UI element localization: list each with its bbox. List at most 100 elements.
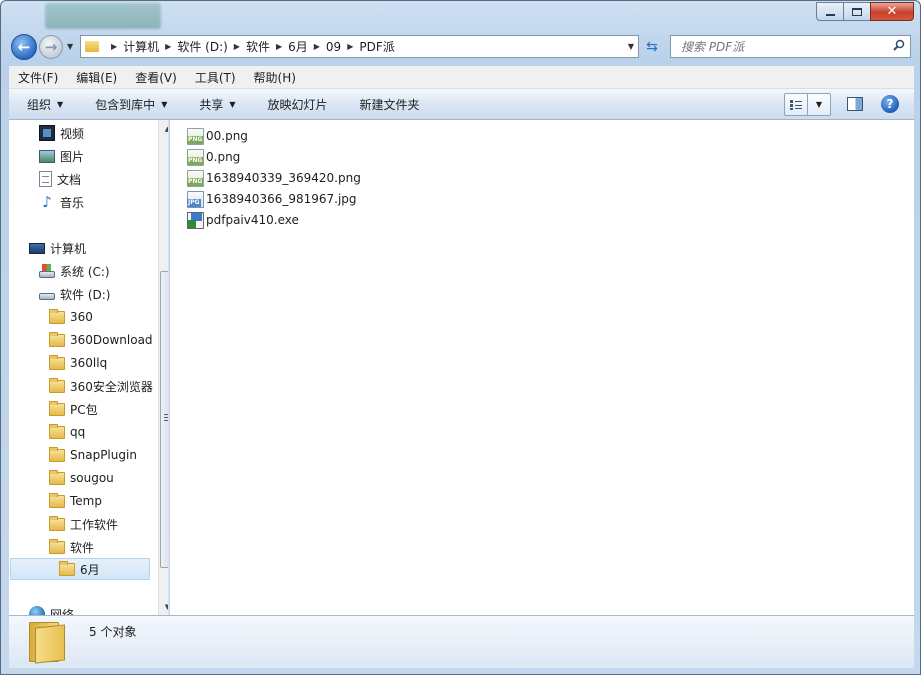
png-file-icon bbox=[187, 169, 204, 187]
command-bar: 组织 ▼ 包含到库中 ▼ 共享 ▼ 放映幻灯片 新建文件夹 ▼ ? bbox=[9, 89, 914, 120]
nav-item-music[interactable]: ♪ 音乐 bbox=[39, 191, 84, 213]
search-input[interactable] bbox=[681, 39, 881, 54]
file-item[interactable]: 1638940339_369420.png bbox=[187, 168, 361, 188]
breadcrumb-computer[interactable]: 计算机 bbox=[123, 38, 159, 55]
menu-tools[interactable]: 工具(T) bbox=[186, 69, 245, 86]
scrollbar-thumb[interactable] bbox=[160, 271, 168, 568]
file-item[interactable]: 0.png bbox=[187, 147, 240, 167]
preview-pane-icon[interactable] bbox=[847, 97, 863, 111]
nav-item-label: qq bbox=[70, 425, 86, 439]
file-list: 00.png 0.png 1638940339_369420.png 16389… bbox=[170, 120, 914, 615]
breadcrumb-09[interactable]: 09 bbox=[326, 40, 341, 54]
documents-library-icon bbox=[39, 171, 52, 187]
nav-folder-sougou[interactable]: sougou bbox=[49, 467, 114, 489]
chevron-down-icon: ▼ bbox=[161, 99, 168, 109]
nav-item-videos[interactable]: 视频 bbox=[39, 122, 84, 144]
nav-item-label: 6月 bbox=[80, 562, 100, 577]
nav-item-label: SnapPlugin bbox=[70, 448, 137, 462]
nav-folder-360download[interactable]: 360Download bbox=[49, 329, 153, 351]
close-button[interactable]: ✕ bbox=[870, 2, 914, 21]
file-item[interactable]: 00.png bbox=[187, 126, 248, 146]
breadcrumb-june[interactable]: 6月 bbox=[288, 38, 308, 55]
nav-folder-pc[interactable]: PC包 bbox=[49, 398, 98, 420]
breadcrumb-chevron-icon[interactable]: ▶ bbox=[314, 42, 320, 51]
folder-icon bbox=[49, 470, 65, 485]
breadcrumb-chevron-icon[interactable]: ▶ bbox=[347, 42, 353, 51]
organize-button[interactable]: 组织 ▼ bbox=[9, 96, 77, 113]
back-button[interactable]: ← bbox=[11, 34, 37, 60]
forward-button[interactable]: → bbox=[39, 35, 63, 59]
menu-file[interactable]: 文件(F) bbox=[9, 69, 67, 86]
new-folder-label: 新建文件夹 bbox=[359, 97, 420, 112]
nav-item-label: 图片 bbox=[60, 149, 85, 164]
scroll-up-arrow-icon[interactable]: ▲ bbox=[159, 120, 168, 137]
recent-pages-dropdown[interactable]: ▼ bbox=[67, 42, 73, 51]
nav-item-label: 文档 bbox=[57, 172, 82, 187]
nav-scrollbar[interactable]: ▲ ▼ bbox=[158, 120, 168, 615]
help-icon[interactable]: ? bbox=[881, 95, 899, 113]
nav-item-drive-c[interactable]: 系统 (C:) bbox=[39, 260, 110, 282]
search-box[interactable] bbox=[670, 35, 911, 58]
scroll-down-arrow-icon[interactable]: ▼ bbox=[159, 598, 168, 615]
nav-item-documents[interactable]: 文档 bbox=[39, 168, 81, 190]
nav-folder-work-software[interactable]: 工作软件 bbox=[49, 513, 118, 535]
nav-folder-360-browser[interactable]: 360安全浏览器 bbox=[49, 375, 153, 397]
navigation-pane: 视频 图片 文档 ♪ 音乐 计算机 系统 (C:) 软件 (D:) 360 36… bbox=[9, 120, 169, 615]
folder-icon bbox=[29, 622, 65, 664]
address-bar[interactable]: ▶ 计算机 ▶ 软件 (D:) ▶ 软件 ▶ 6月 ▶ 09 ▶ PDF派 ▼ bbox=[80, 35, 639, 58]
menu-view[interactable]: 查看(V) bbox=[126, 69, 186, 86]
breadcrumb-chevron-icon[interactable]: ▶ bbox=[111, 42, 117, 51]
breadcrumb-software[interactable]: 软件 bbox=[246, 38, 270, 55]
folder-icon bbox=[49, 309, 65, 324]
folder-icon bbox=[85, 41, 99, 52]
nav-folder-snapplugin[interactable]: SnapPlugin bbox=[49, 444, 137, 466]
breadcrumb-chevron-icon[interactable]: ▶ bbox=[234, 42, 240, 51]
search-icon[interactable] bbox=[893, 39, 905, 51]
nav-folder-june-selected[interactable]: 6月 bbox=[10, 558, 150, 580]
minimize-button[interactable] bbox=[816, 2, 843, 21]
nav-folder-360llq[interactable]: 360llq bbox=[49, 352, 107, 374]
share-button[interactable]: 共享 ▼ bbox=[181, 96, 249, 113]
breadcrumb-chevron-icon[interactable]: ▶ bbox=[276, 42, 282, 51]
include-in-library-label: 包含到库中 bbox=[95, 97, 156, 112]
slideshow-button[interactable]: 放映幻灯片 bbox=[250, 96, 342, 113]
forward-arrow-icon: → bbox=[44, 38, 58, 56]
nav-item-label: PC包 bbox=[70, 402, 98, 417]
window-title-blurred bbox=[45, 3, 161, 29]
nav-item-label: 360 bbox=[70, 310, 93, 324]
explorer-window: ✕ ← → ▼ ▶ 计算机 ▶ 软件 (D:) ▶ 软件 ▶ 6月 ▶ 09 ▶… bbox=[0, 0, 921, 675]
nav-item-label: 360llq bbox=[70, 356, 108, 370]
address-row: ← → ▼ ▶ 计算机 ▶ 软件 (D:) ▶ 软件 ▶ 6月 ▶ 09 ▶ P… bbox=[1, 33, 920, 61]
nav-item-computer[interactable]: 计算机 bbox=[29, 237, 86, 259]
refresh-icon: ⇆ bbox=[646, 39, 658, 55]
chevron-down-icon: ▼ bbox=[229, 99, 236, 109]
grip-icon bbox=[164, 414, 168, 421]
file-item[interactable]: 1638940366_981967.jpg bbox=[187, 189, 357, 209]
pictures-library-icon bbox=[39, 150, 55, 163]
file-item[interactable]: pdfpaiv410.exe bbox=[187, 210, 299, 230]
nav-item-drive-d[interactable]: 软件 (D:) bbox=[39, 283, 110, 305]
nav-item-pictures[interactable]: 图片 bbox=[39, 145, 84, 167]
menu-help[interactable]: 帮助(H) bbox=[245, 69, 305, 86]
include-in-library-button[interactable]: 包含到库中 ▼ bbox=[77, 96, 181, 113]
computer-icon bbox=[29, 243, 45, 254]
address-dropdown-icon[interactable]: ▼ bbox=[628, 42, 634, 51]
breadcrumb-drive-d[interactable]: 软件 (D:) bbox=[177, 38, 227, 55]
view-menu-button[interactable]: ▼ bbox=[808, 94, 830, 115]
folder-icon bbox=[49, 355, 65, 370]
nav-folder-temp[interactable]: Temp bbox=[49, 490, 102, 512]
nav-folder-qq[interactable]: qq bbox=[49, 421, 85, 443]
nav-folder-software[interactable]: 软件 bbox=[49, 536, 94, 558]
nav-item-label: 工作软件 bbox=[70, 517, 119, 532]
refresh-button[interactable]: ⇆ bbox=[642, 37, 662, 57]
change-view-button[interactable] bbox=[785, 94, 807, 115]
menu-edit[interactable]: 编辑(E) bbox=[67, 69, 126, 86]
new-folder-button[interactable]: 新建文件夹 bbox=[342, 96, 434, 113]
drive-icon bbox=[39, 293, 55, 300]
maximize-button[interactable] bbox=[843, 2, 870, 21]
file-name: 00.png bbox=[206, 129, 248, 143]
breadcrumb-chevron-icon[interactable]: ▶ bbox=[165, 42, 171, 51]
breadcrumb-pdfpai[interactable]: PDF派 bbox=[359, 38, 394, 55]
nav-folder-360[interactable]: 360 bbox=[49, 306, 93, 328]
nav-item-network[interactable]: 网络 bbox=[29, 603, 74, 615]
